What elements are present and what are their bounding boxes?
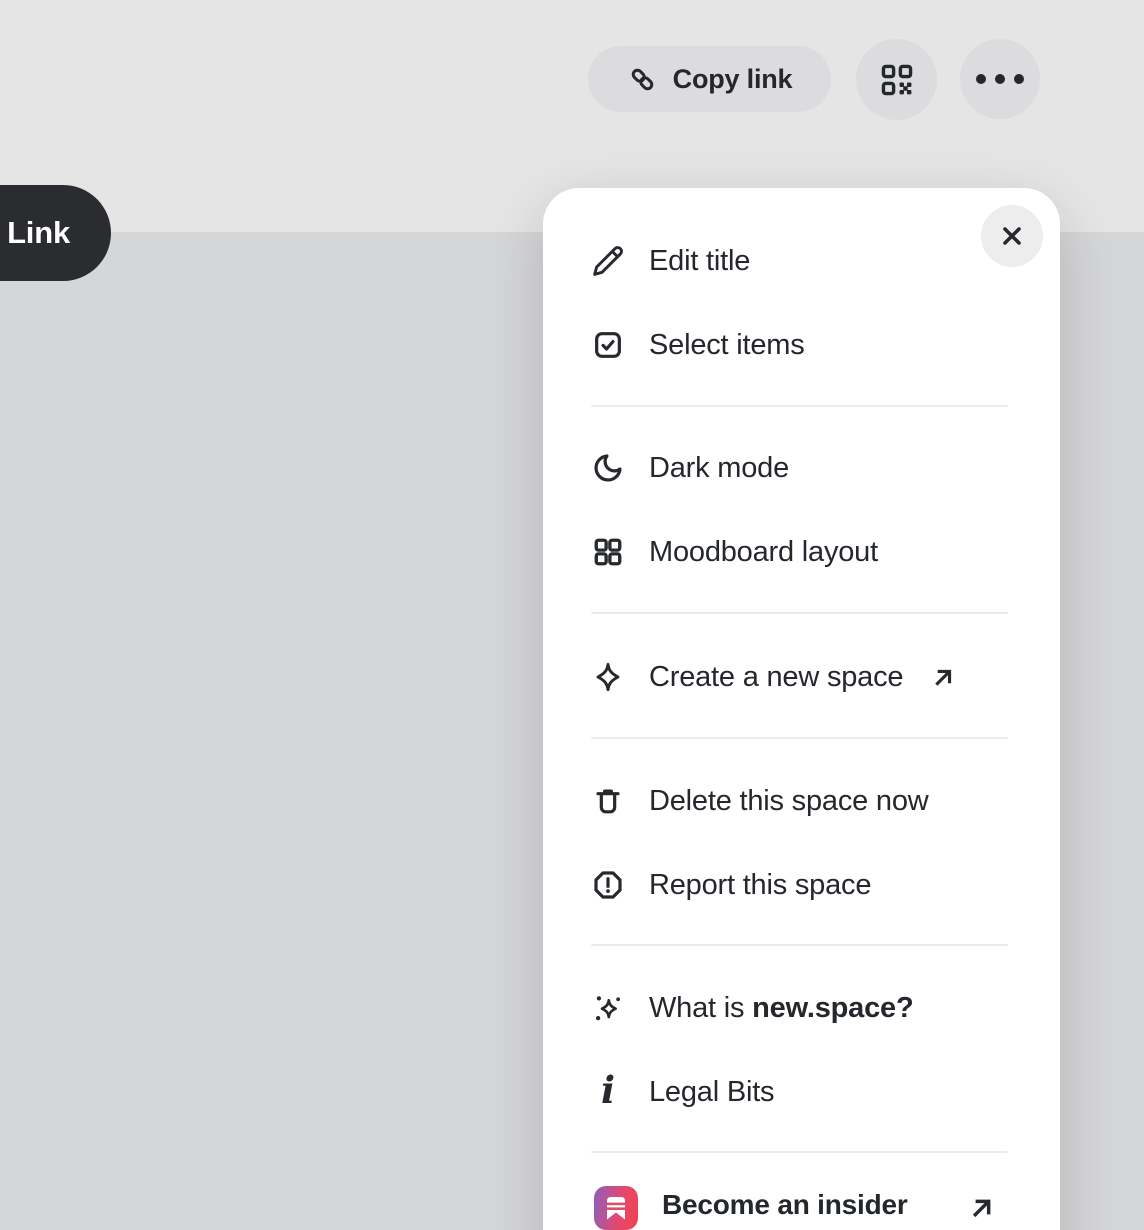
menu-item-edit-title[interactable]: Edit title xyxy=(543,219,1060,303)
external-link-arrow-icon xyxy=(966,1192,998,1224)
external-link-arrow-icon xyxy=(929,663,958,692)
insider-bookmark-icon xyxy=(594,1186,638,1230)
copy-link-label: Copy link xyxy=(673,64,793,95)
copy-link-button[interactable]: Copy link xyxy=(588,46,831,112)
divider xyxy=(591,612,1008,614)
divider xyxy=(591,405,1008,407)
menu-item-become-insider[interactable]: Become an insider Subscribe for beta app… xyxy=(543,1186,1060,1230)
grid-icon xyxy=(591,535,625,569)
insider-title: Become an insider xyxy=(662,1188,957,1222)
moon-icon xyxy=(591,451,625,485)
menu-item-delete-space[interactable]: Delete this space now xyxy=(543,759,1060,843)
report-octagon-icon xyxy=(591,868,625,902)
menu-item-create-new-space[interactable]: Create a new space xyxy=(543,635,1060,719)
checkbox-check-icon xyxy=(591,328,625,362)
options-menu-panel: Edit title Select items Dark mode xyxy=(543,188,1060,1230)
menu-item-what-is-newspace[interactable]: What is new.space? xyxy=(543,966,1060,1050)
menu-item-label: Moodboard layout xyxy=(649,536,878,569)
link-toast-text: d Link xyxy=(0,215,70,251)
link-icon xyxy=(627,64,658,95)
menu-item-label: Delete this space now xyxy=(649,785,929,818)
more-options-button[interactable] xyxy=(960,39,1040,119)
menu-item-label: Dark mode xyxy=(649,452,789,485)
divider xyxy=(591,1151,1008,1153)
ellipsis-icon xyxy=(976,74,986,84)
menu-item-label: Report this space xyxy=(649,869,871,902)
menu-item-select-items[interactable]: Select items xyxy=(543,303,1060,387)
pencil-icon xyxy=(591,244,625,278)
info-italic-i-icon: i xyxy=(591,1075,625,1109)
sparkle-icon xyxy=(591,660,625,694)
menu-item-label: Legal Bits xyxy=(649,1076,774,1109)
menu-item-label: Select items xyxy=(649,329,805,362)
menu-item-legal-bits[interactable]: i Legal Bits xyxy=(543,1050,1060,1134)
menu-item-moodboard-layout[interactable]: Moodboard layout xyxy=(543,510,1060,594)
qr-code-icon xyxy=(879,62,915,98)
menu-item-label: What is new.space? xyxy=(649,992,913,1025)
link-toast: d Link xyxy=(0,185,111,281)
trash-icon xyxy=(591,784,625,818)
divider xyxy=(591,737,1008,739)
menu-item-report-space[interactable]: Report this space xyxy=(543,843,1060,927)
qr-code-button[interactable] xyxy=(856,39,937,120)
menu-item-label: Edit title xyxy=(649,245,750,278)
menu-item-label: Create a new space xyxy=(649,661,903,694)
sparkle-dots-icon xyxy=(591,991,625,1025)
menu-item-dark-mode[interactable]: Dark mode xyxy=(543,426,1060,510)
divider xyxy=(591,944,1008,946)
